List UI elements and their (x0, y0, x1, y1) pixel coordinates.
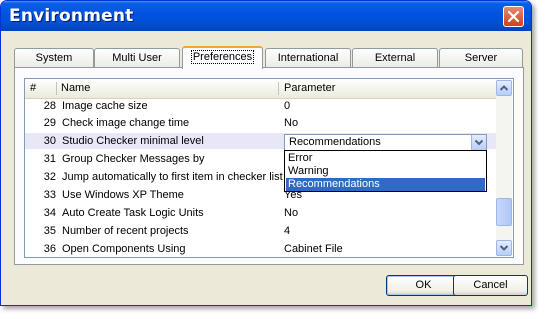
close-icon (508, 11, 519, 22)
tab-label: Preferences (190, 50, 255, 64)
row-name: Check image change time (62, 117, 190, 129)
table-row[interactable]: 34 Auto Create Task Logic Units No (25, 205, 496, 221)
tab-label: Server (464, 52, 498, 64)
row-name: Group Checker Messages by (62, 153, 205, 165)
row-name: Jump automatically to first item in chec… (62, 171, 283, 183)
tab-international[interactable]: International (265, 48, 351, 67)
row-name: Open Components Using (62, 243, 186, 255)
row-value: 4 (284, 225, 291, 237)
row-number: 29 (43, 117, 56, 129)
option-error[interactable]: Error (286, 152, 485, 165)
option-recommendations[interactable]: Recommendations (286, 178, 485, 191)
tab-preferences[interactable]: Preferences (182, 46, 263, 69)
row-value: 0 (284, 100, 291, 112)
column-divider[interactable] (56, 82, 57, 95)
tab-label: Multi User (112, 52, 162, 64)
row-number: 32 (43, 171, 56, 183)
cancel-button[interactable]: Cancel (453, 275, 528, 296)
tab-system[interactable]: System (14, 48, 94, 67)
row-name: Image cache size (62, 100, 148, 112)
tab-label: External (374, 52, 416, 64)
row-number: 33 (43, 189, 56, 201)
tab-strip: System Multi User Preferences Internatio… (14, 46, 524, 69)
vertical-scrollbar[interactable] (496, 80, 512, 256)
row-name: Use Windows XP Theme (62, 189, 184, 201)
tab-label: International (277, 52, 339, 64)
chevron-down-icon (499, 245, 509, 251)
row-name: Auto Create Task Logic Units (62, 207, 204, 219)
chevron-down-icon (474, 139, 484, 146)
row-number: 35 (43, 225, 56, 237)
row-number: 34 (43, 207, 56, 219)
scroll-down-button[interactable] (496, 240, 512, 256)
row-value: No (284, 207, 299, 219)
combo-selected-value: Recommendations (289, 136, 381, 148)
table-row[interactable]: 35 Number of recent projects 4 (25, 223, 496, 239)
combo-dropdown-list: Error Warning Recommendations (284, 150, 487, 192)
tab-server[interactable]: Server (439, 48, 523, 67)
close-button[interactable] (503, 6, 524, 27)
column-divider[interactable] (278, 82, 279, 95)
tab-external[interactable]: External (352, 48, 438, 67)
row-number: 31 (43, 153, 56, 165)
column-header-num[interactable]: # (30, 79, 36, 98)
table-row[interactable]: 36 Open Components Using Cabinet File (25, 241, 496, 257)
row-number: 28 (43, 100, 56, 112)
list-header: # Name Parameter (25, 79, 496, 99)
table-row[interactable]: 29 Check image change time No (25, 115, 496, 131)
column-header-parameter[interactable]: Parameter (284, 79, 335, 98)
scroll-thumb[interactable] (496, 198, 512, 226)
row-name: Number of recent projects (62, 225, 189, 237)
option-warning[interactable]: Warning (286, 165, 485, 178)
row-number: 36 (43, 243, 56, 255)
row-value: No (284, 117, 299, 129)
scroll-up-button[interactable] (496, 80, 512, 96)
ok-button[interactable]: OK (386, 275, 461, 296)
tab-multi-user[interactable]: Multi User (94, 48, 180, 67)
studio-checker-level-select[interactable]: Recommendations (284, 134, 487, 151)
column-header-name[interactable]: Name (61, 79, 90, 98)
table-row[interactable]: 28 Image cache size 0 (25, 98, 496, 114)
row-value: Cabinet File (284, 243, 343, 255)
row-number: 30 (43, 135, 56, 147)
window-title: Environment (9, 6, 134, 26)
row-name: Studio Checker minimal level (62, 135, 204, 147)
tab-label: System (35, 52, 73, 64)
title-bar[interactable]: Environment (1, 1, 531, 31)
combo-dropdown-button[interactable] (471, 135, 486, 150)
chevron-up-icon (499, 85, 509, 91)
